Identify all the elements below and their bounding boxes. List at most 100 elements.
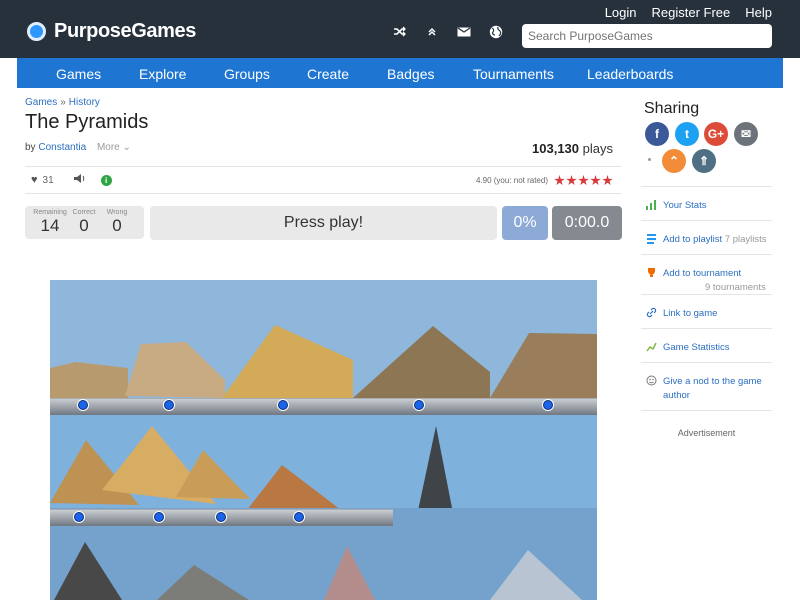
wrong-label: Wrong bbox=[106, 209, 128, 216]
speaker-icon[interactable] bbox=[73, 173, 86, 187]
drop-target[interactable] bbox=[154, 512, 164, 522]
top-bar: PurposeGames Login Register Free Help bbox=[0, 0, 800, 58]
info-icon[interactable]: i bbox=[100, 174, 112, 186]
smile-icon bbox=[646, 375, 657, 386]
drop-target[interactable] bbox=[278, 400, 288, 410]
line-chart-icon bbox=[646, 341, 657, 352]
googleplus-icon[interactable]: G+ bbox=[704, 122, 728, 146]
divider bbox=[641, 410, 772, 411]
game-board bbox=[50, 280, 597, 600]
playlist-count: 7 playlists bbox=[724, 234, 767, 245]
breadcrumb-separator: » bbox=[60, 97, 66, 108]
double-up-icon[interactable]: ⇑ bbox=[692, 149, 716, 173]
logo-icon bbox=[27, 22, 46, 41]
more-menu[interactable]: More ⌄ bbox=[97, 142, 131, 153]
star-icon[interactable] bbox=[566, 175, 577, 186]
plays-count: 103,130 plays bbox=[532, 141, 613, 156]
nav-tournaments[interactable]: Tournaments bbox=[473, 66, 554, 82]
drop-target[interactable] bbox=[216, 512, 226, 522]
nav-badges[interactable]: Badges bbox=[387, 66, 434, 82]
sharing-sidebar: Sharing f t G+ ✉ ⌃ ⇑ Your Stats Add to playli… bbox=[641, 88, 772, 600]
correct-label: Correct bbox=[72, 209, 96, 216]
star-icon[interactable] bbox=[554, 175, 565, 186]
your-stats-link[interactable]: Your Stats bbox=[641, 186, 772, 220]
game-statistics-label: Game Statistics bbox=[663, 342, 730, 353]
chevron-down-icon: ⌄ bbox=[122, 142, 131, 153]
tournament-icon bbox=[646, 267, 657, 278]
rating-text: 4.90 (you: not rated) bbox=[475, 176, 548, 185]
pyramids-image bbox=[50, 280, 597, 600]
nav-games[interactable]: Games bbox=[56, 66, 101, 82]
author-byline: by Constantia More ⌄ bbox=[25, 142, 131, 153]
link-to-game-label: Link to game bbox=[663, 308, 718, 319]
remaining-label: Remaining bbox=[33, 209, 67, 216]
drop-target[interactable] bbox=[543, 400, 553, 410]
nav-groups[interactable]: Groups bbox=[224, 66, 270, 82]
game-statistics-link[interactable]: Game Statistics bbox=[641, 328, 772, 362]
globe-icon[interactable] bbox=[488, 24, 503, 39]
drop-target[interactable] bbox=[74, 512, 84, 522]
add-to-tournament-label: Add to tournament bbox=[663, 268, 742, 279]
help-link[interactable]: Help bbox=[745, 5, 772, 20]
breadcrumb-history[interactable]: History bbox=[69, 97, 100, 108]
label-shelf bbox=[50, 398, 597, 415]
rating-stars[interactable] bbox=[554, 175, 613, 186]
drop-target[interactable] bbox=[414, 400, 424, 410]
top-icon-group bbox=[392, 24, 503, 39]
star-icon[interactable] bbox=[578, 175, 589, 186]
add-to-playlist-link[interactable]: Add to playlist 7 playlists bbox=[641, 220, 772, 254]
percent-complete: 0% bbox=[502, 206, 548, 240]
tournament-count: 9 tournaments bbox=[705, 282, 766, 293]
wrong-count: 0 bbox=[112, 216, 122, 235]
shuffle-icon[interactable] bbox=[392, 24, 407, 39]
divider bbox=[25, 193, 621, 194]
divider bbox=[25, 166, 621, 167]
drop-target[interactable] bbox=[164, 400, 174, 410]
site-logo[interactable]: PurposeGames bbox=[27, 20, 196, 43]
link-to-game[interactable]: Link to game bbox=[641, 294, 772, 328]
double-chevron-up-icon[interactable] bbox=[424, 24, 439, 39]
drop-target[interactable] bbox=[78, 400, 88, 410]
your-stats-label: Your Stats bbox=[663, 200, 707, 211]
login-link[interactable]: Login bbox=[605, 5, 637, 20]
likes-count: 31 bbox=[42, 174, 54, 186]
link-icon bbox=[646, 307, 657, 318]
twitter-icon[interactable]: t bbox=[675, 122, 699, 146]
email-icon[interactable]: ✉ bbox=[734, 122, 758, 146]
give-nod-link[interactable]: Give a nod to the game author bbox=[641, 362, 772, 410]
account-links: Login Register Free Help bbox=[605, 5, 772, 20]
nav-explore[interactable]: Explore bbox=[139, 66, 186, 82]
correct-count: 0 bbox=[79, 216, 89, 235]
sharing-title: Sharing bbox=[644, 100, 700, 117]
game-actions: ♥ 31 i bbox=[31, 173, 112, 187]
give-nod-label: Give a nod to the game author bbox=[663, 376, 762, 401]
upvote-icon[interactable]: ⌃ bbox=[662, 149, 686, 173]
facebook-icon[interactable]: f bbox=[645, 122, 669, 146]
nav-create[interactable]: Create bbox=[307, 66, 349, 82]
add-to-playlist-label: Add to playlist bbox=[663, 234, 723, 245]
game-timer: 0:00.0 bbox=[552, 206, 622, 240]
search-input[interactable] bbox=[522, 24, 772, 48]
heart-icon[interactable]: ♥ bbox=[31, 174, 38, 186]
press-play-button[interactable]: Press play! bbox=[150, 206, 497, 240]
brand-name: PurposeGames bbox=[54, 20, 196, 42]
breadcrumb-games[interactable]: Games bbox=[25, 97, 57, 108]
star-icon[interactable] bbox=[602, 175, 613, 186]
advertisement-label: Advertisement bbox=[677, 428, 736, 438]
plays-number: 103,130 bbox=[532, 141, 580, 156]
mail-icon[interactable] bbox=[456, 24, 471, 39]
rating-display: 4.90 (you: not rated) bbox=[476, 175, 613, 186]
star-icon[interactable] bbox=[590, 175, 601, 186]
score-panel: Remaining 14 Correct 0 Wrong 0 bbox=[25, 206, 144, 239]
breadcrumb: Games» History bbox=[25, 97, 100, 108]
plays-label: plays bbox=[582, 141, 613, 156]
drop-target[interactable] bbox=[294, 512, 304, 522]
add-to-tournament-link[interactable]: Add to tournament 9 tournaments bbox=[641, 254, 772, 294]
nav-leaderboards[interactable]: Leaderboards bbox=[587, 66, 673, 82]
more-label: More bbox=[96, 142, 120, 153]
page-title: The Pyramids bbox=[25, 111, 149, 133]
register-link[interactable]: Register Free bbox=[652, 5, 731, 20]
bar-chart-icon bbox=[646, 199, 657, 210]
by-label: by bbox=[25, 142, 36, 153]
author-link[interactable]: Constantia bbox=[38, 142, 86, 153]
